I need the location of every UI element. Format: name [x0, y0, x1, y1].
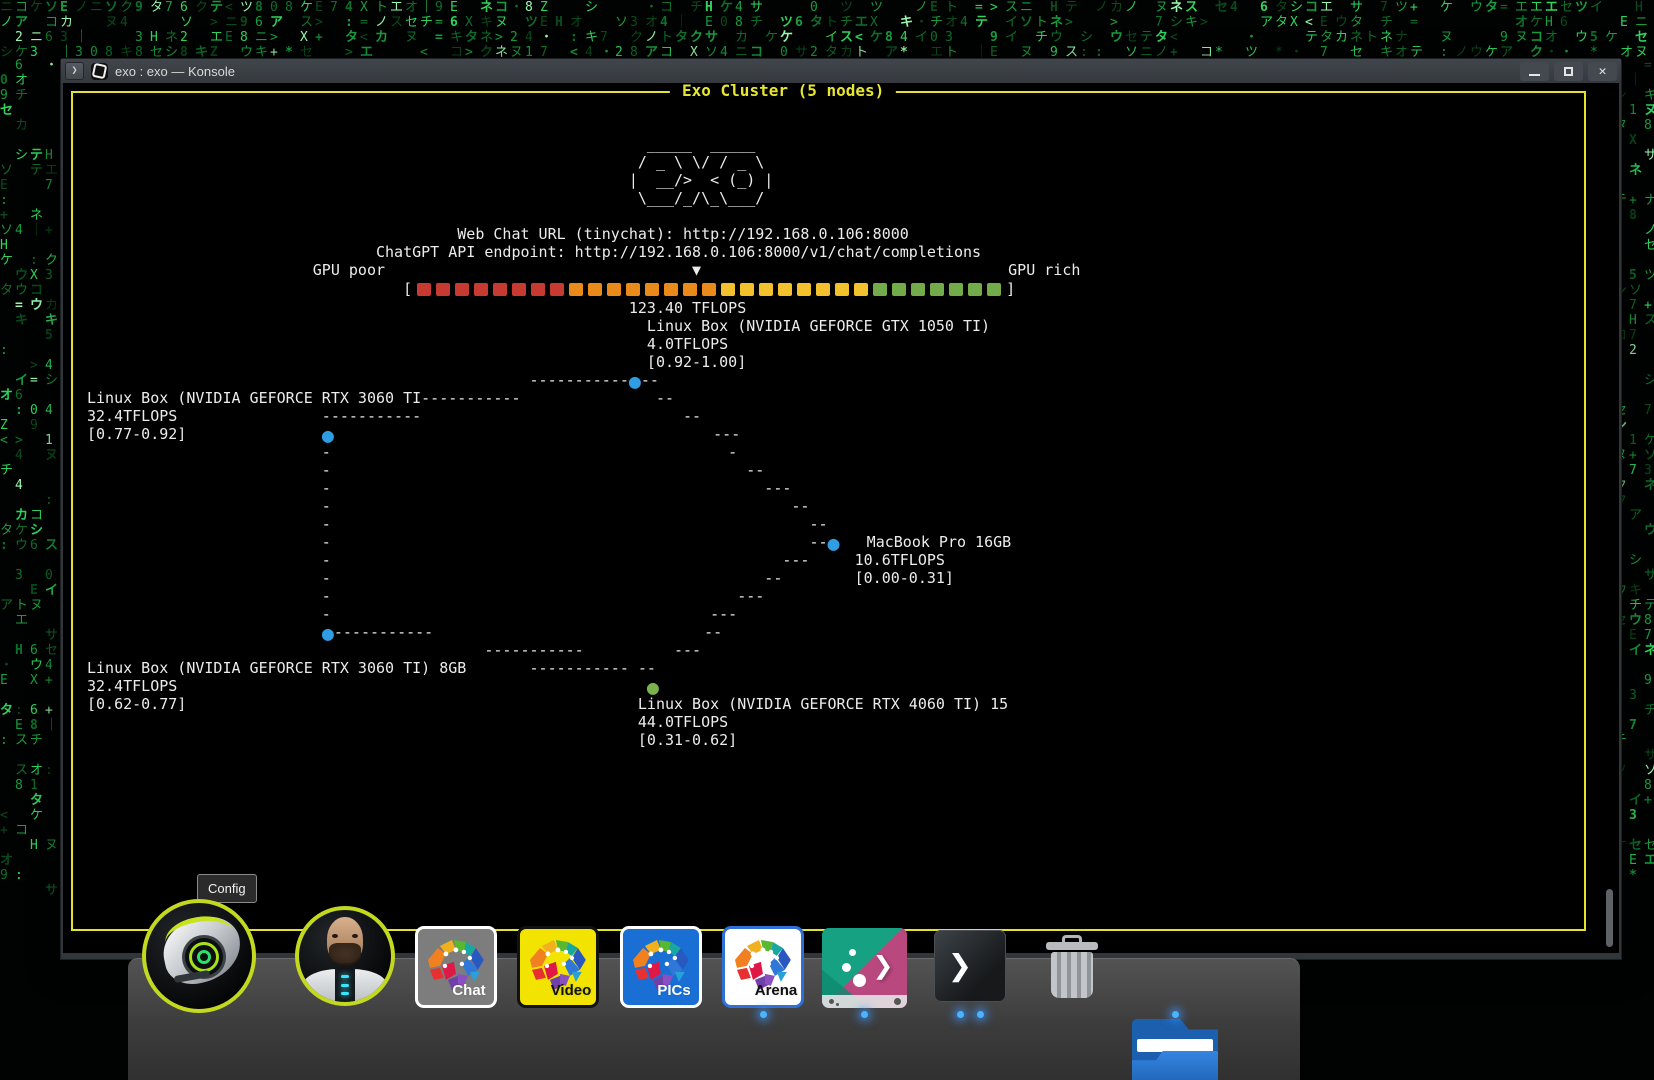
gpu-scale-block [987, 283, 1001, 296]
scrollbar-handle[interactable] [1606, 889, 1613, 947]
titlebar-menu-button[interactable]: ❯ [65, 62, 84, 80]
konsole-window: ❯ exo : exo — Konsole ✕ Exo Cluster (5 n… [60, 58, 1622, 960]
app-video-icon[interactable]: Video [517, 926, 599, 1008]
gpu-scale-block [588, 283, 602, 296]
gpu-scale-block [702, 283, 716, 296]
cluster-topology: 123.40 TFLOPS Linux Box (NVIDIA GEFORCE … [87, 299, 1011, 749]
gpu-scale-block [683, 283, 697, 296]
app-label: PICs [657, 982, 690, 999]
gpu-scale-bar: [] [87, 280, 1015, 298]
running-indicator-dot [760, 1011, 767, 1018]
node-dot-blue: ● [322, 621, 334, 645]
kde-taskbar-stripe [822, 995, 907, 1008]
gpu-scale-block [949, 283, 963, 296]
close-icon: ✕ [1599, 65, 1607, 78]
close-button[interactable]: ✕ [1588, 62, 1617, 81]
app-pics-icon[interactable]: PICs [620, 926, 702, 1008]
gpu-scale-block [873, 283, 887, 296]
man-eyes [332, 934, 358, 938]
node-dot-green: ● [647, 675, 659, 699]
running-indicator-dot [977, 1011, 984, 1018]
minimize-icon [1529, 74, 1540, 76]
maximize-button[interactable] [1554, 62, 1583, 81]
gpu-scale-block [835, 283, 849, 296]
man-chest [335, 969, 355, 1002]
gpu-scale-block [474, 283, 488, 296]
file-manager-icon[interactable] [1132, 1019, 1218, 1080]
node-dot-blue: ● [322, 423, 334, 447]
app-label: Chat [452, 982, 485, 999]
gpu-scale-block [417, 283, 431, 296]
maximize-icon [1564, 67, 1573, 76]
gpu-scale-block [854, 283, 868, 296]
app-label: Video [551, 982, 592, 999]
running-indicator-dot [1172, 1011, 1179, 1018]
window-titlebar[interactable]: ❯ exo : exo — Konsole ✕ [61, 59, 1621, 83]
gpu-scale-block [892, 283, 906, 296]
gpu-bar-blocks [417, 283, 1001, 296]
konsole-icon [91, 63, 108, 80]
gpu-scale-block [455, 283, 469, 296]
man-beard [329, 943, 360, 965]
kde-app-icon[interactable]: ❯ [822, 928, 907, 1008]
gpu-scale-block [645, 283, 659, 296]
app-chat-icon[interactable]: Chat [415, 926, 497, 1008]
gpu-scale-block [531, 283, 545, 296]
gpu-bar-left-bracket: [ [403, 280, 412, 298]
node-dot-blue: ● [629, 369, 641, 393]
node-dot-blue: ● [828, 531, 840, 555]
gpu-scale-block [759, 283, 773, 296]
gpu-scale-block [740, 283, 754, 296]
gpu-scale-block [607, 283, 621, 296]
gpu-scale-block [816, 283, 830, 296]
gpu-scale-block [911, 283, 925, 296]
minimize-button[interactable] [1520, 62, 1549, 81]
running-indicator-dot [861, 1011, 868, 1018]
konsole-launcher-icon[interactable]: ❯ [934, 930, 1006, 1002]
dock: Chat Video PICs Arena❯ ❯ [128, 958, 1300, 1080]
gpu-scale-block [797, 283, 811, 296]
desktop: ニノシコア2ケケニ3ソコ6Eカ3｜ノ｜3ニ0ソヌ8ク4キ938タHセ7ネシ6ソ2… [0, 0, 1654, 1080]
gpu-scale-block [626, 283, 640, 296]
gpu-scale-block [968, 283, 982, 296]
gpu-scale-block [721, 283, 735, 296]
man-avatar-icon[interactable] [295, 906, 395, 1006]
gpu-scale-block [512, 283, 526, 296]
gpu-scale-block [778, 283, 792, 296]
gpu-scale-block [569, 283, 583, 296]
app-label: Arena [755, 982, 798, 999]
cluster-title: Exo Cluster (5 nodes) [670, 83, 896, 100]
gpu-scale-block [436, 283, 450, 296]
gpu-scale-block [930, 283, 944, 296]
robot-avatar-icon[interactable] [142, 899, 256, 1013]
window-title: exo : exo — Konsole [115, 64, 235, 79]
chevron-right-icon: ❯ [873, 949, 893, 983]
terminal-header-text: _____ _____ / _ \ \/ / _ \ | __/> < (_) … [87, 135, 1080, 279]
trash-icon[interactable] [1040, 935, 1104, 1001]
gpu-bar-right-bracket: ] [1006, 280, 1015, 298]
gpu-scale-block [550, 283, 564, 296]
chevron-right-icon: ❯ [71, 66, 77, 76]
terminal-prompt-icon: ❯ [948, 946, 972, 986]
gpu-scale-block [664, 283, 678, 296]
running-indicator-dot [957, 1011, 964, 1018]
gpu-scale-block [493, 283, 507, 296]
app-arena-icon[interactable]: Arena [722, 926, 804, 1008]
terminal-screen[interactable]: Exo Cluster (5 nodes) _____ _____ / _ \ … [63, 83, 1619, 953]
